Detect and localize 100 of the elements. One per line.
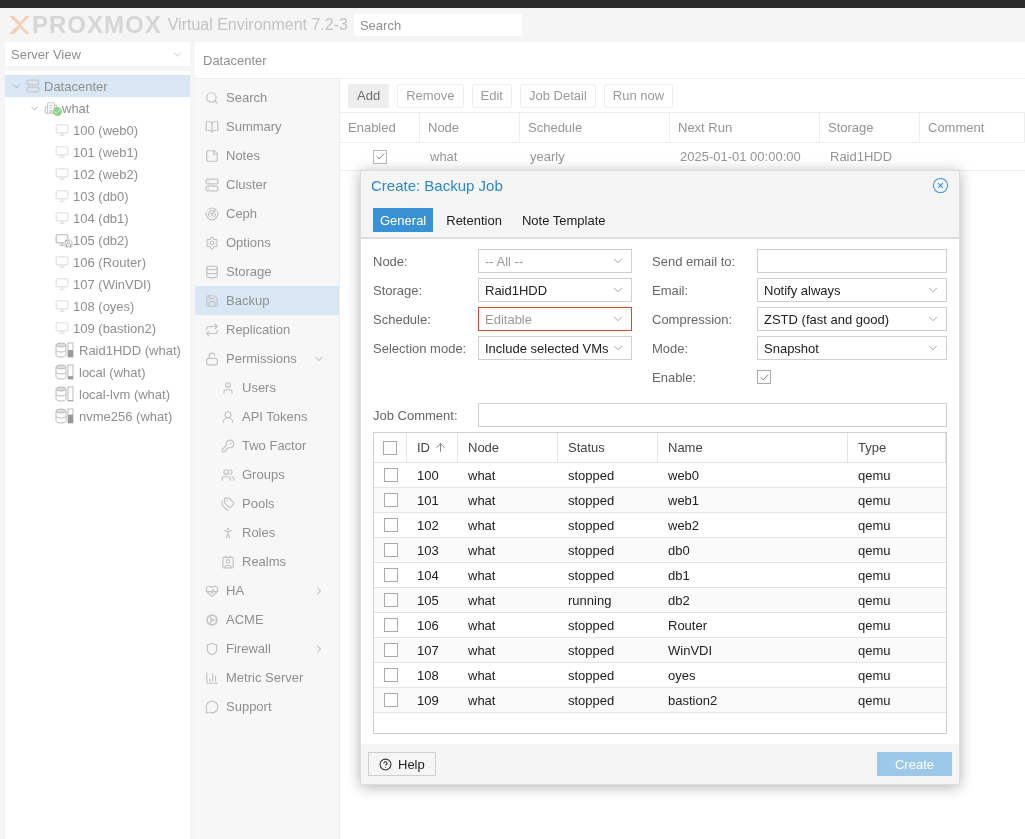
sort-ascending-icon: [434, 441, 447, 455]
nav-item[interactable]: Users: [195, 373, 339, 402]
storage-icon: [55, 386, 75, 402]
dropdown-field[interactable]: -- All --: [478, 249, 632, 274]
table-cell-text: qemu: [857, 591, 892, 610]
nav-item[interactable]: Two Factor: [195, 431, 339, 460]
email-input-field[interactable]: [757, 249, 947, 274]
dropdown-field[interactable]: ZSTD (fast and good): [757, 307, 947, 332]
tree-item[interactable]: Raid1HDD (what): [5, 339, 190, 361]
dropdown-field[interactable]: Notify always: [757, 278, 947, 303]
nav-item[interactable]: Permissions: [195, 344, 339, 373]
tree-item[interactable]: what: [5, 97, 190, 119]
row-checkbox[interactable]: [383, 668, 398, 683]
nav-icon: [221, 438, 235, 453]
nav-icon: [205, 148, 219, 163]
nav-item[interactable]: Metric Server: [195, 663, 339, 692]
nav-icon: [205, 641, 219, 656]
table-cell-text: what: [467, 666, 497, 685]
storage-icon: [55, 408, 75, 424]
nav-icon: [221, 409, 235, 424]
column-header[interactable]: Schedule: [520, 113, 670, 143]
nav-item[interactable]: Groups: [195, 460, 339, 489]
help-button[interactable]: Help: [368, 752, 436, 777]
row-checkbox[interactable]: [383, 518, 398, 533]
tree-item[interactable]: 103 (db0): [5, 185, 190, 207]
table-cell-text: Router: [667, 616, 709, 635]
close-icon[interactable]: [932, 177, 949, 195]
table-cell-text: db2: [667, 591, 691, 610]
tree-item[interactable]: 106 (Router): [5, 251, 190, 273]
nav-item[interactable]: Ceph: [195, 199, 339, 228]
table-cell-text: oyes: [667, 666, 697, 685]
nav-item[interactable]: Options: [195, 228, 339, 257]
table-cell-text: stopped: [567, 491, 616, 510]
nav-item[interactable]: Summary: [195, 112, 339, 141]
nav-icon: [205, 264, 219, 279]
nav-item[interactable]: Pools: [195, 489, 339, 518]
select-all-checkbox[interactable]: [383, 440, 397, 455]
table-cell-text: 109: [416, 691, 440, 710]
nav-item[interactable]: Replication: [195, 315, 339, 344]
nav-item[interactable]: Search: [195, 83, 339, 112]
table-cell-text: db1: [667, 566, 691, 585]
row-checkbox[interactable]: [383, 568, 398, 583]
tree-item[interactable]: local (what): [5, 361, 190, 383]
column-header[interactable]: Storage: [820, 113, 920, 143]
nav-item[interactable]: API Tokens: [195, 402, 339, 431]
tree-item[interactable]: 108 (oyes): [5, 295, 190, 317]
nav-icon: [205, 612, 219, 627]
table-cell-text: qemu: [857, 491, 892, 510]
table-cell-text: stopped: [567, 466, 616, 485]
table-cell-text: 101: [416, 491, 440, 510]
column-header[interactable]: Enabled: [340, 113, 420, 143]
table-cell-text: qemu: [857, 691, 892, 710]
tab[interactable]: Note Template: [514, 208, 613, 233]
nav-item[interactable]: Realms: [195, 547, 339, 576]
tree-item[interactable]: 102 (web2): [5, 163, 190, 185]
row-checkbox[interactable]: [383, 468, 398, 483]
dropdown-field[interactable]: Editable: [478, 307, 632, 332]
nav-item[interactable]: Support: [195, 692, 339, 721]
search-field[interactable]: Search: [353, 14, 522, 36]
nav-item[interactable]: ACME: [195, 605, 339, 634]
table-cell-text: what: [467, 516, 497, 535]
nav-icon: [205, 119, 219, 134]
row-checkbox[interactable]: [383, 693, 398, 708]
table-cell-text: db0: [667, 541, 691, 560]
nav-icon: [205, 322, 219, 337]
dropdown-field[interactable]: Snapshot: [757, 336, 947, 361]
nav-item[interactable]: Notes: [195, 141, 339, 170]
dropdown-field[interactable]: Include selected VMs: [478, 336, 632, 361]
nav-item[interactable]: Backup: [195, 286, 339, 315]
storage-icon: [55, 342, 75, 358]
row-checkbox[interactable]: [383, 643, 398, 658]
row-checkbox[interactable]: [383, 493, 398, 508]
tree-item[interactable]: 101 (web1): [5, 141, 190, 163]
enable-checkbox[interactable]: [757, 370, 771, 385]
toolbar-button[interactable]: Add: [348, 83, 390, 108]
tab[interactable]: Retention: [439, 208, 509, 233]
column-header[interactable]: Next Run: [670, 113, 820, 143]
column-header[interactable]: Node: [420, 113, 520, 143]
row-checkbox[interactable]: [383, 593, 398, 608]
nav-item[interactable]: Firewall: [195, 634, 339, 663]
tree-item[interactable]: local-lvm (what): [5, 383, 190, 405]
tree-item[interactable]: nvme256 (what): [5, 405, 190, 427]
tree-item[interactable]: Datacenter: [5, 75, 190, 97]
tree-item[interactable]: 109 (bastion2): [5, 317, 190, 339]
breadcrumb: Datacenter: [195, 42, 1025, 79]
tree-item[interactable]: 107 (WinVDI): [5, 273, 190, 295]
column-header[interactable]: Comment: [920, 113, 1025, 143]
nav-item[interactable]: Cluster: [195, 170, 339, 199]
row-checkbox[interactable]: [383, 543, 398, 558]
job-comment-field[interactable]: [478, 403, 947, 428]
row-checkbox[interactable]: [383, 618, 398, 633]
tree-item[interactable]: 100 (web0): [5, 119, 190, 141]
field-label: Email:: [652, 282, 690, 298]
nav-item[interactable]: HA: [195, 576, 339, 605]
dropdown-field[interactable]: Raid1HDD: [478, 278, 632, 303]
nav-item[interactable]: Storage: [195, 257, 339, 286]
view-selector[interactable]: Server View: [5, 42, 190, 66]
tab[interactable]: General: [373, 208, 434, 233]
tree-item[interactable]: 104 (db1): [5, 207, 190, 229]
nav-item[interactable]: Roles: [195, 518, 339, 547]
